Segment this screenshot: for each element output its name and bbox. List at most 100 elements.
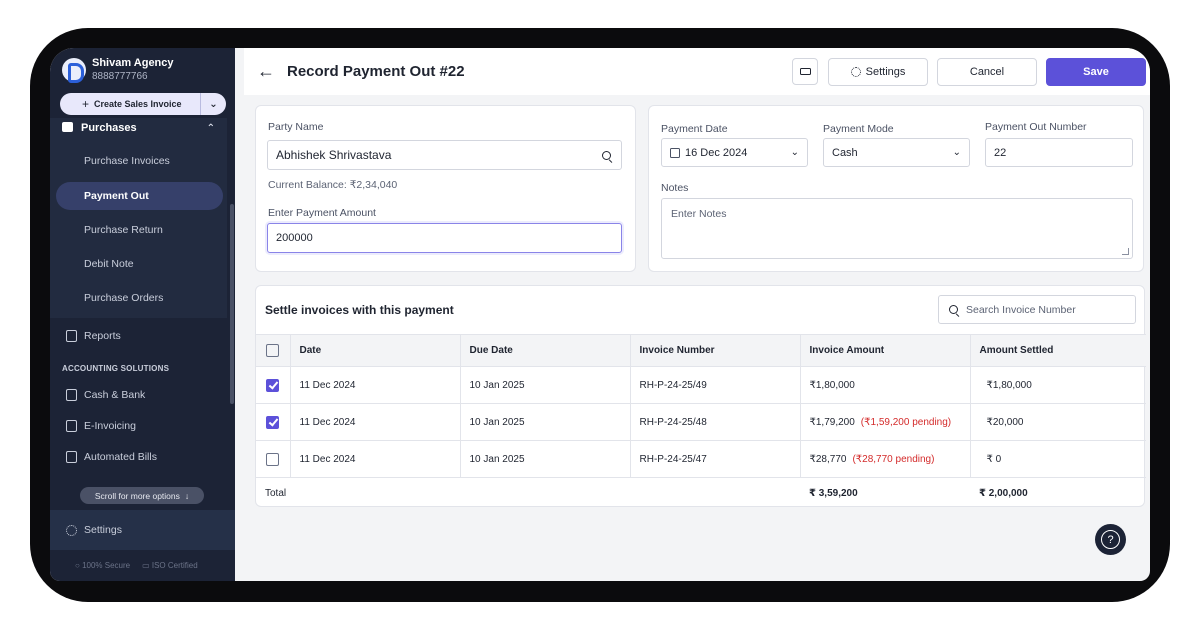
payment-date-label: Payment Date <box>661 123 728 135</box>
company-logo-icon <box>62 58 86 83</box>
pending-amount: (₹1,59,200 pending) <box>860 416 952 428</box>
sidebar-scrollbar[interactable] <box>230 204 234 404</box>
sidebar-item-label: E-Invoicing <box>84 420 136 432</box>
notes-label: Notes <box>661 182 689 194</box>
sidebar-item-label: Settings <box>84 524 122 536</box>
sidebar-item-e-invoicing[interactable]: E-Invoicing <box>66 420 136 432</box>
column-header-invoice-number[interactable]: Invoice Number <box>630 334 801 367</box>
invoice-due-date: 10 Jan 2025 <box>460 440 631 478</box>
settle-invoices-title: Settle invoices with this payment <box>265 303 454 317</box>
e-invoice-icon <box>66 420 77 432</box>
current-balance: Current Balance: ₹2,34,040 <box>268 179 398 191</box>
sidebar-item-debit-note[interactable]: Debit Note <box>84 258 134 270</box>
payment-mode-label: Payment Mode <box>823 123 894 135</box>
notes-placeholder: Enter Notes <box>671 208 727 220</box>
payment-amount-input[interactable]: 200000 <box>267 223 622 253</box>
purchases-group-header[interactable]: Purchases ⌃ <box>62 122 215 134</box>
invoice-search-input[interactable]: Search Invoice Number <box>938 295 1136 324</box>
table-row[interactable]: 11 Dec 2024 10 Jan 2025 RH-P-24-25/49 ₹1… <box>256 366 1146 404</box>
payment-out-number-input[interactable]: 22 <box>985 138 1133 167</box>
chevron-down-icon: ⌄ <box>790 147 799 158</box>
table-header-row: Date Due Date Invoice Number Invoice Amo… <box>256 334 1146 367</box>
invoice-date: 11 Dec 2024 <box>290 440 461 478</box>
column-header-invoice-amount[interactable]: Invoice Amount <box>800 334 971 367</box>
sidebar-item-automated-bills[interactable]: Automated Bills <box>66 451 157 463</box>
invoice-number: RH-P-24-25/49 <box>630 366 801 404</box>
chevron-up-icon: ⌃ <box>206 122 215 134</box>
resize-handle-icon[interactable] <box>1122 248 1129 255</box>
row-checkbox[interactable] <box>266 452 280 466</box>
sidebar: Shivam Agency 8888777766 + Create Sales … <box>50 48 235 581</box>
row-checkbox[interactable] <box>266 415 280 429</box>
secure-badge: ○ 100% Secure <box>75 561 131 570</box>
arrow-down-icon: ↓ <box>184 490 190 501</box>
invoice-due-date: 10 Jan 2025 <box>460 403 631 441</box>
create-sales-invoice-label: Create Sales Invoice <box>94 99 182 109</box>
cancel-button[interactable]: Cancel <box>937 58 1037 86</box>
party-name-field[interactable]: Abhishek Shrivastava <box>267 140 622 170</box>
payment-mode-value: Cash <box>832 146 858 159</box>
sidebar-item-purchase-invoices[interactable]: Purchase Invoices <box>84 155 170 167</box>
select-all-checkbox[interactable] <box>266 344 280 357</box>
column-header-date[interactable]: Date <box>290 334 461 367</box>
purchases-group: Purchases ⌃ Purchase Invoices Payment Ou… <box>50 118 227 318</box>
create-sales-invoice-button[interactable]: + Create Sales Invoice ⌄ <box>60 93 226 115</box>
page-title: Record Payment Out #22 <box>287 63 465 80</box>
row-checkbox-cell <box>256 440 291 478</box>
help-button[interactable]: ? <box>1095 524 1126 555</box>
settings-button-label: Settings <box>865 66 906 78</box>
sidebar-item-purchase-return[interactable]: Purchase Return <box>84 224 163 236</box>
amount-settled: ₹20,000 <box>970 403 1146 441</box>
save-button[interactable]: Save <box>1046 58 1146 86</box>
party-card: Party Name Abhishek Shrivastava Current … <box>255 105 636 272</box>
total-row: Total ₹ 3,59,200 ₹ 2,00,000 <box>256 477 1146 510</box>
total-amount-settled: ₹ 2,00,000 <box>970 477 1146 510</box>
calendar-icon <box>670 147 680 158</box>
invoice-amount: ₹1,79,200 <box>809 416 855 428</box>
party-name-value: Abhishek Shrivastava <box>276 148 392 162</box>
purchases-group-label: Purchases <box>81 122 137 134</box>
shopping-bag-icon <box>62 122 73 132</box>
table-row[interactable]: 11 Dec 2024 10 Jan 2025 RH-P-24-25/47 ₹2… <box>256 440 1146 478</box>
row-checkbox-cell <box>256 366 291 404</box>
settings-button[interactable]: Settings <box>828 58 928 86</box>
sidebar-item-cash-bank[interactable]: Cash & Bank <box>66 389 145 401</box>
pending-amount: (₹28,770 pending) <box>852 453 935 465</box>
question-mark-icon: ? <box>1101 530 1120 549</box>
company-switcher[interactable]: Shivam Agency 8888777766 <box>62 56 174 84</box>
row-checkbox[interactable] <box>266 378 280 392</box>
notes-textarea[interactable]: Enter Notes <box>661 198 1133 259</box>
sidebar-item-payment-out[interactable]: Payment Out <box>56 182 223 210</box>
keyboard-shortcuts-button[interactable] <box>792 58 818 85</box>
gear-icon <box>66 524 77 536</box>
create-dropdown-chevron-icon[interactable]: ⌄ <box>200 93 226 115</box>
payment-out-number-label: Payment Out Number <box>985 121 1087 133</box>
invoice-date: 11 Dec 2024 <box>290 366 461 404</box>
sidebar-item-purchase-orders[interactable]: Purchase Orders <box>84 292 163 304</box>
invoice-amount-cell: ₹1,79,200 (₹1,59,200 pending) <box>800 403 971 441</box>
party-name-label: Party Name <box>268 121 324 133</box>
amount-settled: ₹1,80,000 <box>970 366 1146 404</box>
column-header-amount-settled[interactable]: Amount Settled <box>970 334 1146 367</box>
scroll-more-label: Scroll for more options <box>94 490 180 501</box>
invoice-search-placeholder: Search Invoice Number <box>966 303 1076 316</box>
trust-badges: ○ 100% Secure ▭ ISO Certified <box>75 561 198 570</box>
sidebar-item-settings[interactable]: Settings <box>50 510 235 550</box>
payment-mode-select[interactable]: Cash ⌄ <box>823 138 970 167</box>
invoices-table: Date Due Date Invoice Number Invoice Amo… <box>256 334 1146 510</box>
invoice-number: RH-P-24-25/48 <box>630 403 801 441</box>
select-all-cell <box>256 334 291 367</box>
scroll-more-button[interactable]: Scroll for more options ↓ <box>80 487 204 504</box>
invoice-amount: ₹1,80,000 <box>809 379 855 391</box>
sidebar-item-label: Cash & Bank <box>84 389 146 401</box>
back-arrow-icon[interactable]: ← <box>257 61 275 82</box>
total-invoice-amount: ₹ 3,59,200 <box>800 477 970 510</box>
table-row[interactable]: 11 Dec 2024 10 Jan 2025 RH-P-24-25/48 ₹1… <box>256 403 1146 441</box>
reports-icon <box>66 330 77 342</box>
payment-date-picker[interactable]: 16 Dec 2024 ⌄ <box>661 138 808 167</box>
invoice-amount: ₹28,770 <box>809 453 847 465</box>
search-icon <box>602 150 611 160</box>
column-header-due-date[interactable]: Due Date <box>460 334 631 367</box>
chevron-down-icon: ⌄ <box>952 147 961 158</box>
sidebar-item-reports[interactable]: Reports <box>66 330 121 342</box>
